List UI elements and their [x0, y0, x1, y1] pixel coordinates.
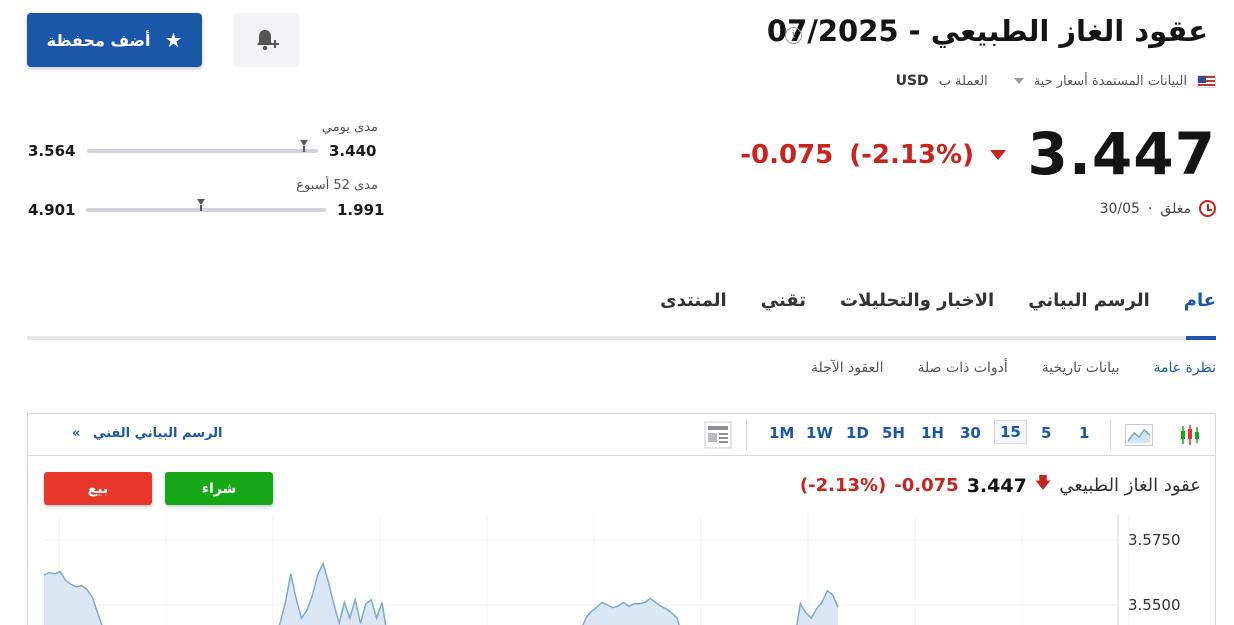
double-chevron-icon: »	[72, 426, 81, 441]
tab-news-analysis[interactable]: الاخبار والتحليلات	[840, 290, 994, 311]
page-title: عقود الغاز الطبيعي - 07/2025	[766, 14, 1208, 48]
timeframe-30[interactable]: 30	[960, 424, 981, 442]
timeframe-1w[interactable]: 1W	[806, 424, 833, 442]
chart-panel: 1 5 15 30 1H 5H 1D 1W 1M الرسم البياني ا…	[27, 413, 1216, 625]
active-tab-indicator	[1186, 336, 1216, 340]
bell-plus-icon	[256, 30, 279, 51]
y-tick-label: 3.5750	[1128, 531, 1181, 549]
chart-quote: عقود الغاز الطبيعي 🡇 3.447 -0.075 (-2.13…	[800, 472, 1201, 499]
subtab-related-instruments[interactable]: أدوات ذات صلة	[918, 360, 1008, 376]
price-line	[43, 561, 839, 625]
technical-chart-label: الرسم البياني الفني	[92, 426, 223, 441]
chevron-down-icon[interactable]	[1013, 78, 1024, 84]
tab-chart[interactable]: الرسم البياني	[1028, 290, 1150, 311]
instrument-meta: البيانات المستمدة أسعار حية العملة ب USD	[896, 73, 1216, 89]
subtab-overview[interactable]: نظرة عامة	[1153, 360, 1216, 376]
market-status: مغلق · 30/05	[1100, 200, 1216, 217]
tabs-divider	[27, 336, 1216, 340]
status-separator: ·	[1147, 200, 1153, 217]
week52-range-marker	[197, 199, 206, 211]
info-icon[interactable]: i	[785, 27, 802, 44]
tab-forum[interactable]: المنتدى	[660, 290, 727, 311]
daily-range-high: 3.564	[28, 142, 76, 160]
change-percent: (-2.13%)	[849, 140, 974, 170]
area-chart-icon[interactable]	[1125, 424, 1153, 446]
daily-range-low: 3.440	[329, 142, 377, 160]
main-tabs: عام الرسم البياني الاخبار والتحليلات تقن…	[660, 290, 1216, 311]
week52-range-low: 1.991	[337, 201, 385, 219]
timeframe-5h[interactable]: 5H	[882, 424, 905, 442]
data-source-label: البيانات المستمدة أسعار حية	[1033, 73, 1187, 89]
week52-range-track	[86, 208, 326, 212]
price-area	[44, 563, 838, 625]
add-portfolio-button[interactable]: ★ أضف محفظة	[27, 13, 202, 67]
timeframe-5[interactable]: 5	[1041, 424, 1051, 442]
star-icon: ★	[164, 28, 183, 52]
price-change: -0.075 (-2.13%)	[740, 140, 1006, 170]
daily-range-track	[87, 149, 318, 153]
sub-tabs: نظرة عامة بيانات تاريخية أدوات ذات صلة ا…	[811, 360, 1216, 376]
chart-change-percent: (-2.13%)	[799, 475, 887, 496]
price-chart[interactable]: 3.5750 3.5500	[28, 514, 1215, 625]
currency-value: USD	[895, 73, 929, 89]
daily-range-marker	[300, 140, 309, 152]
us-flag-icon	[1197, 74, 1216, 88]
add-alert-button[interactable]	[234, 13, 299, 67]
sell-button[interactable]: بيع	[44, 472, 152, 505]
currency-label: العملة ب	[938, 73, 988, 89]
tab-general[interactable]: عام	[1184, 290, 1216, 311]
last-price: 3.447	[1027, 120, 1216, 188]
market-date: 30/05	[1099, 200, 1140, 217]
chart-toolbar: 1 5 15 30 1H 5H 1D 1W 1M الرسم البياني ا…	[28, 414, 1215, 456]
week52-range-high: 4.901	[28, 201, 76, 219]
chart-change: -0.075	[894, 475, 959, 496]
timeframe-15[interactable]: 15	[994, 420, 1027, 444]
week52-range-label: مدى 52 أسبوع	[296, 178, 378, 193]
daily-range-label: مدى يومي	[321, 120, 378, 135]
subtab-historical-data[interactable]: بيانات تاريخية	[1042, 360, 1120, 376]
subtab-futures-contracts[interactable]: العقود الآجلة	[811, 360, 884, 376]
timeframe-1m[interactable]: 1M	[769, 424, 794, 442]
down-arrow-icon: 🡇	[1034, 473, 1052, 492]
news-panel-icon[interactable]	[704, 421, 732, 449]
add-portfolio-label: أضف محفظة	[46, 30, 151, 50]
clock-icon	[1199, 200, 1216, 217]
down-triangle-icon	[990, 150, 1006, 160]
buy-button[interactable]: شراء	[165, 472, 273, 505]
y-tick-label: 3.5500	[1128, 596, 1181, 614]
chart-price: 3.447	[966, 474, 1027, 497]
timeframe-1h[interactable]: 1H	[921, 424, 944, 442]
change-value: -0.075	[740, 140, 834, 170]
timeframe-1[interactable]: 1	[1079, 424, 1089, 442]
candlestick-icon[interactable]	[1179, 423, 1201, 447]
chart-instrument-name: عقود الغاز الطبيعي	[1059, 475, 1201, 496]
market-status-label: مغلق	[1160, 200, 1191, 217]
technical-chart-link[interactable]: الرسم البياني الفني »	[72, 426, 222, 441]
timeframe-1d[interactable]: 1D	[846, 424, 869, 442]
tab-technical[interactable]: تقني	[761, 290, 806, 311]
